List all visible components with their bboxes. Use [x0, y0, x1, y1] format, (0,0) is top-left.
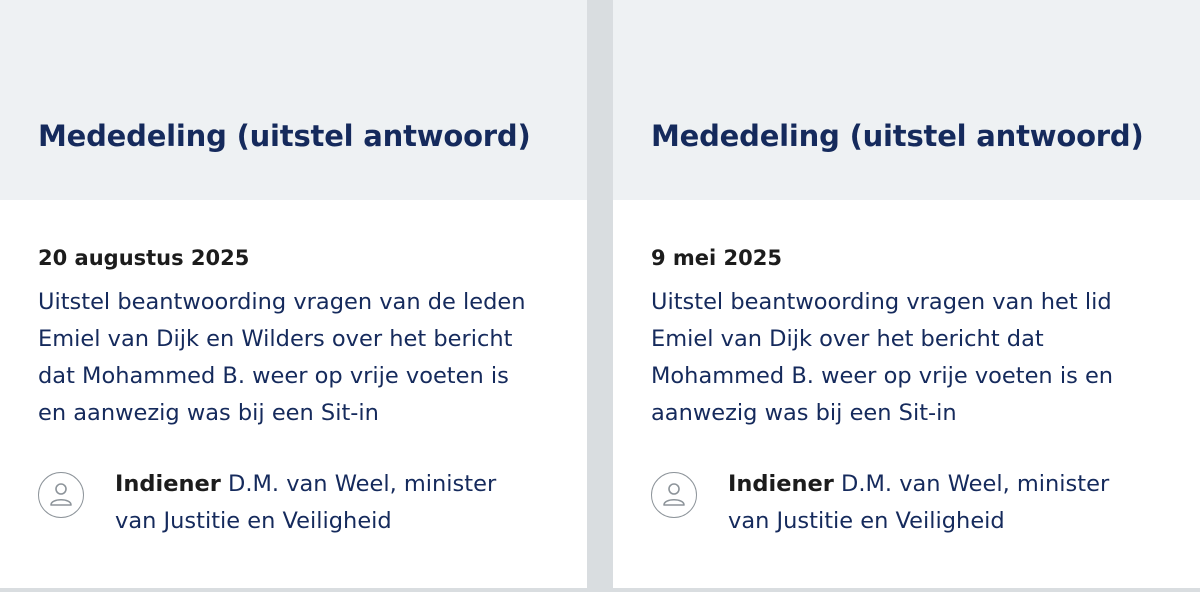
submitter-name: D.M. van Weel, minister [841, 471, 1110, 497]
description-line: Emiel van Dijk en Wilders over het beric… [38, 326, 513, 352]
submitter-text: Indiener D.M. van Weel, minister van Jus… [115, 466, 496, 540]
submitter-label: Indiener [728, 471, 834, 497]
submitter-label: Indiener [115, 471, 221, 497]
description-line: Uitstel beantwoording vragen van de lede… [38, 289, 526, 315]
card-date: 20 augustus 2025 [38, 246, 250, 270]
description-line: Uitstel beantwoording vragen van het lid [651, 289, 1112, 315]
description-line: Mohammed B. weer op vrije voeten is en [651, 363, 1114, 389]
submitter: Indiener D.M. van Weel, minister van Jus… [38, 466, 568, 546]
document-card[interactable]: Mededeling (uitstel antwoord) 9 mei 2025… [613, 0, 1200, 588]
card-title[interactable]: Mededeling (uitstel antwoord) [38, 119, 531, 153]
submitter: Indiener D.M. van Weel, minister van Jus… [651, 466, 1181, 546]
description-line: Emiel van Dijk over het bericht dat [651, 326, 1044, 352]
card-description: Uitstel beantwoording vragen van het lid… [651, 284, 1181, 432]
description-line: en aanwezig was bij een Sit-in [38, 400, 379, 426]
user-icon [651, 472, 697, 518]
document-card[interactable]: Mededeling (uitstel antwoord) 20 augustu… [0, 0, 587, 588]
user-icon [38, 472, 84, 518]
card-date: 9 mei 2025 [651, 246, 783, 270]
card-title[interactable]: Mededeling (uitstel antwoord) [651, 119, 1144, 153]
submitter-text: Indiener D.M. van Weel, minister van Jus… [728, 466, 1109, 540]
submitter-name: D.M. van Weel, minister [228, 471, 497, 497]
card-header: Mededeling (uitstel antwoord) [613, 0, 1200, 200]
card-description: Uitstel beantwoording vragen van de lede… [38, 284, 568, 432]
description-line: aanwezig was bij een Sit-in [651, 400, 957, 426]
card-header: Mededeling (uitstel antwoord) [0, 0, 587, 200]
submitter-role: van Justitie en Veiligheid [728, 508, 1005, 534]
description-line: dat Mohammed B. weer op vrije voeten is [38, 363, 509, 389]
submitter-role: van Justitie en Veiligheid [115, 508, 392, 534]
